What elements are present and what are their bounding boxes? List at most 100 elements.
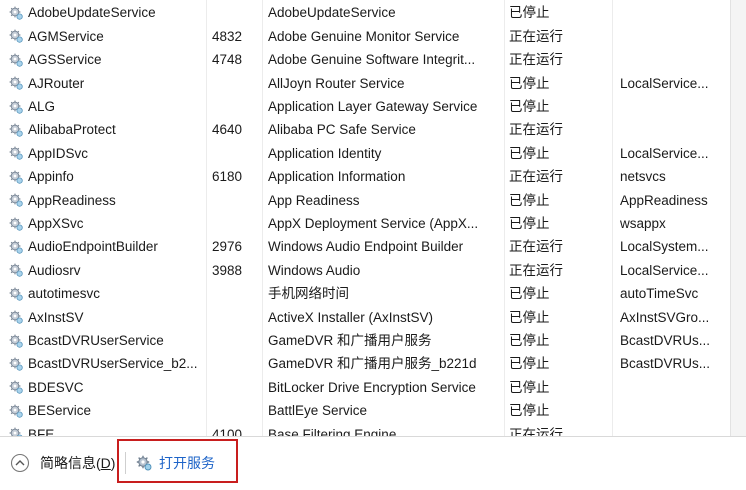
service-description: AdobeUpdateService	[268, 5, 396, 21]
table-row[interactable]: AGSService 4748 Adobe Genuine Software I…	[0, 48, 730, 71]
service-description: Base Filtering Engine	[268, 426, 397, 437]
service-logon-group	[620, 25, 730, 48]
service-logon-group: AxInstSVGro...	[620, 309, 710, 325]
service-pid	[212, 189, 262, 212]
service-name: AppIDSvc	[28, 145, 89, 161]
service-pid: 4748	[212, 52, 243, 68]
gear-icon	[9, 310, 23, 324]
table-row[interactable]: BcastDVRUserService GameDVR 和广播用户服务 已停止 …	[0, 329, 730, 352]
service-description: Adobe Genuine Software Integrit...	[268, 52, 476, 68]
table-row[interactable]: AxInstSV ActiveX Installer (AxInstSV) 已停…	[0, 306, 730, 329]
service-status: 已停止	[509, 286, 550, 302]
service-description: Application Layer Gateway Service	[268, 98, 478, 114]
service-description: BitLocker Drive Encryption Service	[268, 379, 476, 395]
gear-icon	[9, 404, 23, 418]
table-row[interactable]: ALG Application Layer Gateway Service 已停…	[0, 95, 730, 118]
vertical-scrollbar[interactable]	[730, 0, 746, 436]
open-services-link[interactable]: 打开服务	[159, 453, 215, 473]
gear-icon	[9, 146, 23, 161]
table-row[interactable]: Audiosrv 3988 Windows Audio 正在运行 LocalSe…	[0, 259, 730, 282]
table-row[interactable]: AlibabaProtect 4640 Alibaba PC Safe Serv…	[0, 118, 730, 141]
service-pid	[212, 212, 262, 235]
service-name: AdobeUpdateService	[28, 5, 156, 21]
table-row[interactable]: AGMService 4832 Adobe Genuine Monitor Se…	[0, 25, 730, 48]
services-table: AdobeUpdateService AdobeUpdateService 已停…	[0, 0, 730, 436]
gear-icon	[136, 455, 152, 471]
table-row[interactable]: AudioEndpointBuilder 2976 Windows Audio …	[0, 235, 730, 258]
table-row[interactable]: BDESVC BitLocker Drive Encryption Servic…	[0, 376, 730, 399]
service-name: AppXSvc	[28, 215, 84, 231]
service-logon-group: autoTimeSvc	[620, 286, 699, 302]
table-row[interactable]: BFE 4100 Base Filtering Engine 正在运行	[0, 423, 730, 437]
service-description: AllJoyn Router Service	[268, 75, 405, 91]
service-pid	[212, 399, 262, 422]
table-row[interactable]: Appinfo 6180 Application Information 正在运…	[0, 165, 730, 188]
table-row[interactable]: AppReadiness App Readiness 已停止 AppReadin…	[0, 189, 730, 212]
service-name-cell: BEService	[8, 399, 206, 422]
service-name-cell: autotimesvc	[8, 282, 206, 305]
service-description: GameDVR 和广播用户服务	[268, 332, 432, 348]
service-status: 已停止	[509, 215, 550, 231]
table-row[interactable]: AdobeUpdateService AdobeUpdateService 已停…	[0, 1, 730, 24]
table-row[interactable]: AppIDSvc Application Identity 已停止 LocalS…	[0, 142, 730, 165]
service-pid	[212, 95, 262, 118]
service-name: BFE	[28, 426, 55, 437]
service-name-cell: BcastDVRUserService	[8, 329, 206, 352]
service-logon-group: BcastDVRUs...	[620, 356, 711, 372]
service-name-cell: AxInstSV	[8, 306, 206, 329]
service-logon-group: LocalService...	[620, 75, 709, 91]
service-name-cell: ALG	[8, 95, 206, 118]
gear-icon	[9, 217, 23, 231]
service-logon-group: LocalService...	[620, 145, 709, 161]
service-pid	[212, 72, 262, 95]
service-logon-group: LocalSystem...	[620, 239, 709, 255]
service-logon-group: AppReadiness	[620, 192, 708, 208]
service-status: 已停止	[509, 98, 550, 114]
service-pid	[212, 306, 262, 329]
service-description: ActiveX Installer (AxInstSV)	[268, 309, 434, 325]
gear-icon	[9, 29, 23, 44]
service-description: Windows Audio	[268, 262, 361, 278]
service-name-cell: AppReadiness	[8, 189, 206, 212]
service-logon-group	[620, 95, 730, 118]
service-status: 正在运行	[509, 52, 563, 68]
table-row[interactable]: BcastDVRUserService_b2... GameDVR 和广播用户服…	[0, 352, 730, 375]
gear-icon	[9, 334, 23, 348]
service-description: Application Information	[268, 169, 406, 185]
service-status: 已停止	[509, 5, 550, 21]
service-name: AxInstSV	[28, 309, 84, 325]
service-pid: 4640	[212, 122, 243, 138]
gear-icon	[9, 263, 23, 278]
service-description: Adobe Genuine Monitor Service	[268, 28, 460, 44]
service-status: 已停止	[509, 145, 550, 161]
collapse-details-button[interactable]	[9, 452, 31, 474]
service-pid: 2976	[212, 239, 243, 255]
service-name: ALG	[28, 98, 56, 114]
table-row[interactable]: autotimesvc 手机网络时间 已停止 autoTimeSvc	[0, 282, 730, 305]
gear-icon	[9, 53, 23, 67]
service-status: 正在运行	[509, 28, 563, 44]
service-logon-group	[620, 399, 730, 422]
gear-icon	[9, 240, 23, 254]
service-name: autotimesvc	[28, 286, 101, 302]
service-status: 已停止	[509, 75, 550, 91]
service-pid	[212, 1, 262, 24]
service-status: 已停止	[509, 192, 550, 208]
service-logon-group: LocalService...	[620, 262, 709, 278]
service-logon-group	[620, 376, 730, 399]
collapse-details-label[interactable]: 简略信息(D)	[40, 453, 115, 473]
gear-icon	[9, 287, 23, 301]
service-status: 正在运行	[509, 262, 563, 278]
service-name: BEService	[28, 403, 92, 419]
service-status: 已停止	[509, 379, 550, 395]
chevron-up-icon	[10, 453, 30, 473]
service-status: 已停止	[509, 309, 550, 325]
service-logon-group	[620, 48, 730, 71]
table-row[interactable]: BEService BattlEye Service 已停止	[0, 399, 730, 422]
service-name: AlibabaProtect	[28, 122, 116, 138]
service-description: Alibaba PC Safe Service	[268, 122, 416, 138]
table-row[interactable]: AppXSvc AppX Deployment Service (AppX...…	[0, 212, 730, 235]
service-description: AppX Deployment Service (AppX...	[268, 215, 479, 231]
table-row[interactable]: AJRouter AllJoyn Router Service 已停止 Loca…	[0, 72, 730, 95]
gear-icon	[9, 123, 23, 137]
